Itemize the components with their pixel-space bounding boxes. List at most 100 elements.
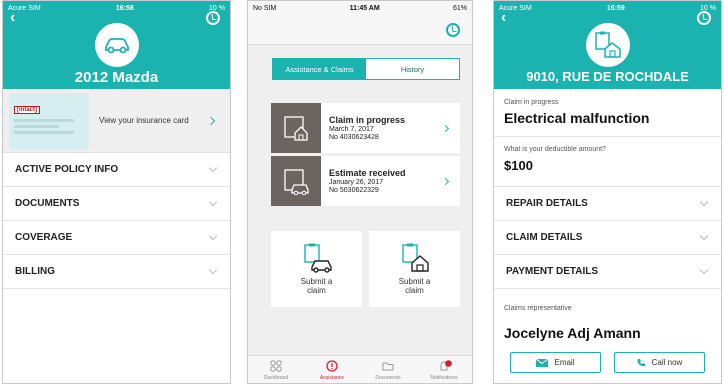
tab-dashboard[interactable]: Dashboard: [248, 356, 304, 383]
section-label: PAYMENT DETAILS: [506, 266, 599, 277]
claim-status-value: Electrical malfunction: [504, 110, 650, 126]
section-billing[interactable]: BILLING: [3, 255, 230, 289]
view-card-label: View your insurance card: [99, 115, 189, 125]
assistance-screen: No SIM 11:45 AM 61% Assistance & Claims …: [247, 0, 473, 384]
back-button[interactable]: ‹: [501, 9, 506, 27]
claim-title: Claim in progress: [329, 114, 406, 125]
claim-details: Claim in progress March 7, 2017 No 40306…: [321, 115, 443, 142]
tile-label: claim: [405, 286, 424, 295]
tile-label: Submit a: [300, 277, 333, 286]
battery-text: 61%: [452, 4, 467, 12]
call-now-button[interactable]: Call now: [614, 352, 705, 373]
claim-title: Estimate received: [329, 167, 406, 178]
deductible-value: $100: [504, 158, 533, 173]
claim-item[interactable]: Estimate received January 26, 2017 No 50…: [271, 156, 460, 206]
section-label: REPAIR DETAILS: [506, 198, 588, 209]
email-label: Email: [554, 358, 575, 367]
grid-icon: [270, 360, 282, 372]
envelope-icon: [536, 358, 549, 367]
deductible-label: What is your deductible amount?: [504, 146, 606, 153]
status-bar: Acure SIM 16:58 10 %: [3, 1, 230, 15]
card-line: [14, 124, 59, 128]
folder-icon: [382, 360, 394, 372]
back-button[interactable]: ‹: [10, 9, 15, 27]
tab-label: Notifications: [430, 375, 458, 381]
time-text: 16:58: [115, 4, 134, 12]
call-label: Call now: [651, 358, 683, 367]
history-clock-icon[interactable]: [446, 23, 460, 37]
phone-icon: [637, 359, 645, 367]
insurance-card-row[interactable]: [intact] View your insurance card: [3, 89, 230, 153]
claim-number: No 5030622329: [329, 186, 379, 194]
section-documents[interactable]: DOCUMENTS: [3, 187, 230, 221]
chevron-right-icon: [441, 124, 450, 132]
time-text: 11:45 AM: [349, 4, 380, 12]
car-icon: [104, 38, 129, 54]
segmented-control: Assistance & Claims History: [272, 58, 460, 80]
submit-home-claim-tile[interactable]: Submit a claim: [369, 231, 460, 307]
chevron-down-icon: [208, 265, 218, 274]
property-title: 9010, RUE DE ROCHDALE: [526, 69, 689, 84]
car-clipboard-icon: [303, 243, 332, 273]
house-clipboard-icon: [594, 31, 621, 58]
section-label: ACTIVE POLICY INFO: [15, 164, 119, 175]
section-label: COVERAGE: [15, 232, 73, 243]
representative-name: Jocelyne Adj Amann: [504, 325, 641, 341]
chevron-down-icon: [208, 163, 218, 172]
chevron-right-icon: [441, 177, 450, 185]
time-text: 16:59: [606, 4, 625, 12]
section-claim-details[interactable]: CLAIM DETAILS: [494, 221, 721, 255]
chevron-down-icon: [208, 231, 218, 240]
carrier-text: No SIM: [253, 4, 277, 12]
claim-status-label: Claim in progress: [504, 99, 559, 106]
car-claim-icon: [271, 156, 321, 206]
card-line: [14, 130, 74, 134]
tab-label: Dashboard: [263, 375, 289, 381]
history-clock-icon[interactable]: [697, 11, 711, 25]
vehicle-title: 2012 Mazda: [74, 69, 159, 86]
bell-icon: [438, 360, 452, 372]
tab-label: Documents: [375, 375, 401, 381]
section-repair-details[interactable]: REPAIR DETAILS: [494, 187, 721, 221]
house-clipboard-icon: [401, 243, 429, 272]
chevron-down-icon: [699, 265, 709, 274]
house-claim-icon: [271, 103, 321, 153]
card-line: [14, 118, 74, 122]
chevron-right-icon: [206, 116, 216, 125]
tab-bar: Dashboard Assistance Documents Notificat…: [248, 355, 472, 383]
tab-documents[interactable]: Documents: [360, 356, 416, 383]
section-active-policy[interactable]: ACTIVE POLICY INFO: [3, 153, 230, 187]
insurance-card-thumbnail: [intact]: [9, 92, 89, 149]
status-bar: Acure SIM 16:59 10 %: [494, 1, 721, 15]
submit-auto-claim-tile[interactable]: Submit a claim: [271, 231, 362, 307]
claim-number: No 4030623428: [329, 133, 379, 141]
section-label: DOCUMENTS: [15, 198, 80, 209]
vehicle-header: Acure SIM 16:58 10 % ‹ 2012 Mazda: [3, 1, 230, 89]
car-avatar: [94, 23, 139, 67]
status-bar: No SIM 11:45 AM 61%: [248, 1, 472, 15]
section-label: BILLING: [15, 266, 55, 277]
tab-notifications[interactable]: Notifications: [416, 356, 472, 383]
section-coverage[interactable]: COVERAGE: [3, 221, 230, 255]
claim-item[interactable]: Claim in progress March 7, 2017 No 40306…: [271, 103, 460, 153]
claim-date: March 7, 2017: [329, 125, 374, 133]
chevron-down-icon: [208, 197, 218, 206]
email-button[interactable]: Email: [510, 352, 601, 373]
tab-assistance-claims[interactable]: Assistance & Claims: [273, 59, 366, 79]
claim-detail-screen: Acure SIM 16:59 10 % ‹ 9010, RUE DE ROCH…: [493, 0, 722, 384]
claim-date: January 26, 2017: [329, 178, 384, 186]
insurer-logo: [intact]: [14, 105, 40, 114]
alert-icon: [326, 360, 338, 372]
section-payment-details[interactable]: PAYMENT DETAILS: [494, 255, 721, 289]
claim-status-block: Claim in progress Electrical malfunction: [494, 89, 721, 137]
chevron-down-icon: [699, 231, 709, 240]
top-bar: [248, 15, 472, 45]
chevron-down-icon: [699, 197, 709, 206]
deductible-block: What is your deductible amount? $100: [494, 137, 721, 187]
tab-history[interactable]: History: [366, 59, 459, 79]
representative-label: Claims representative: [504, 305, 572, 312]
tab-assistance[interactable]: Assistance: [304, 356, 360, 383]
history-clock-icon[interactable]: [206, 11, 220, 25]
vehicle-screen: Acure SIM 16:58 10 % ‹ 2012 Mazda [intac…: [2, 0, 231, 384]
claim-details: Estimate received January 26, 2017 No 50…: [321, 168, 443, 195]
